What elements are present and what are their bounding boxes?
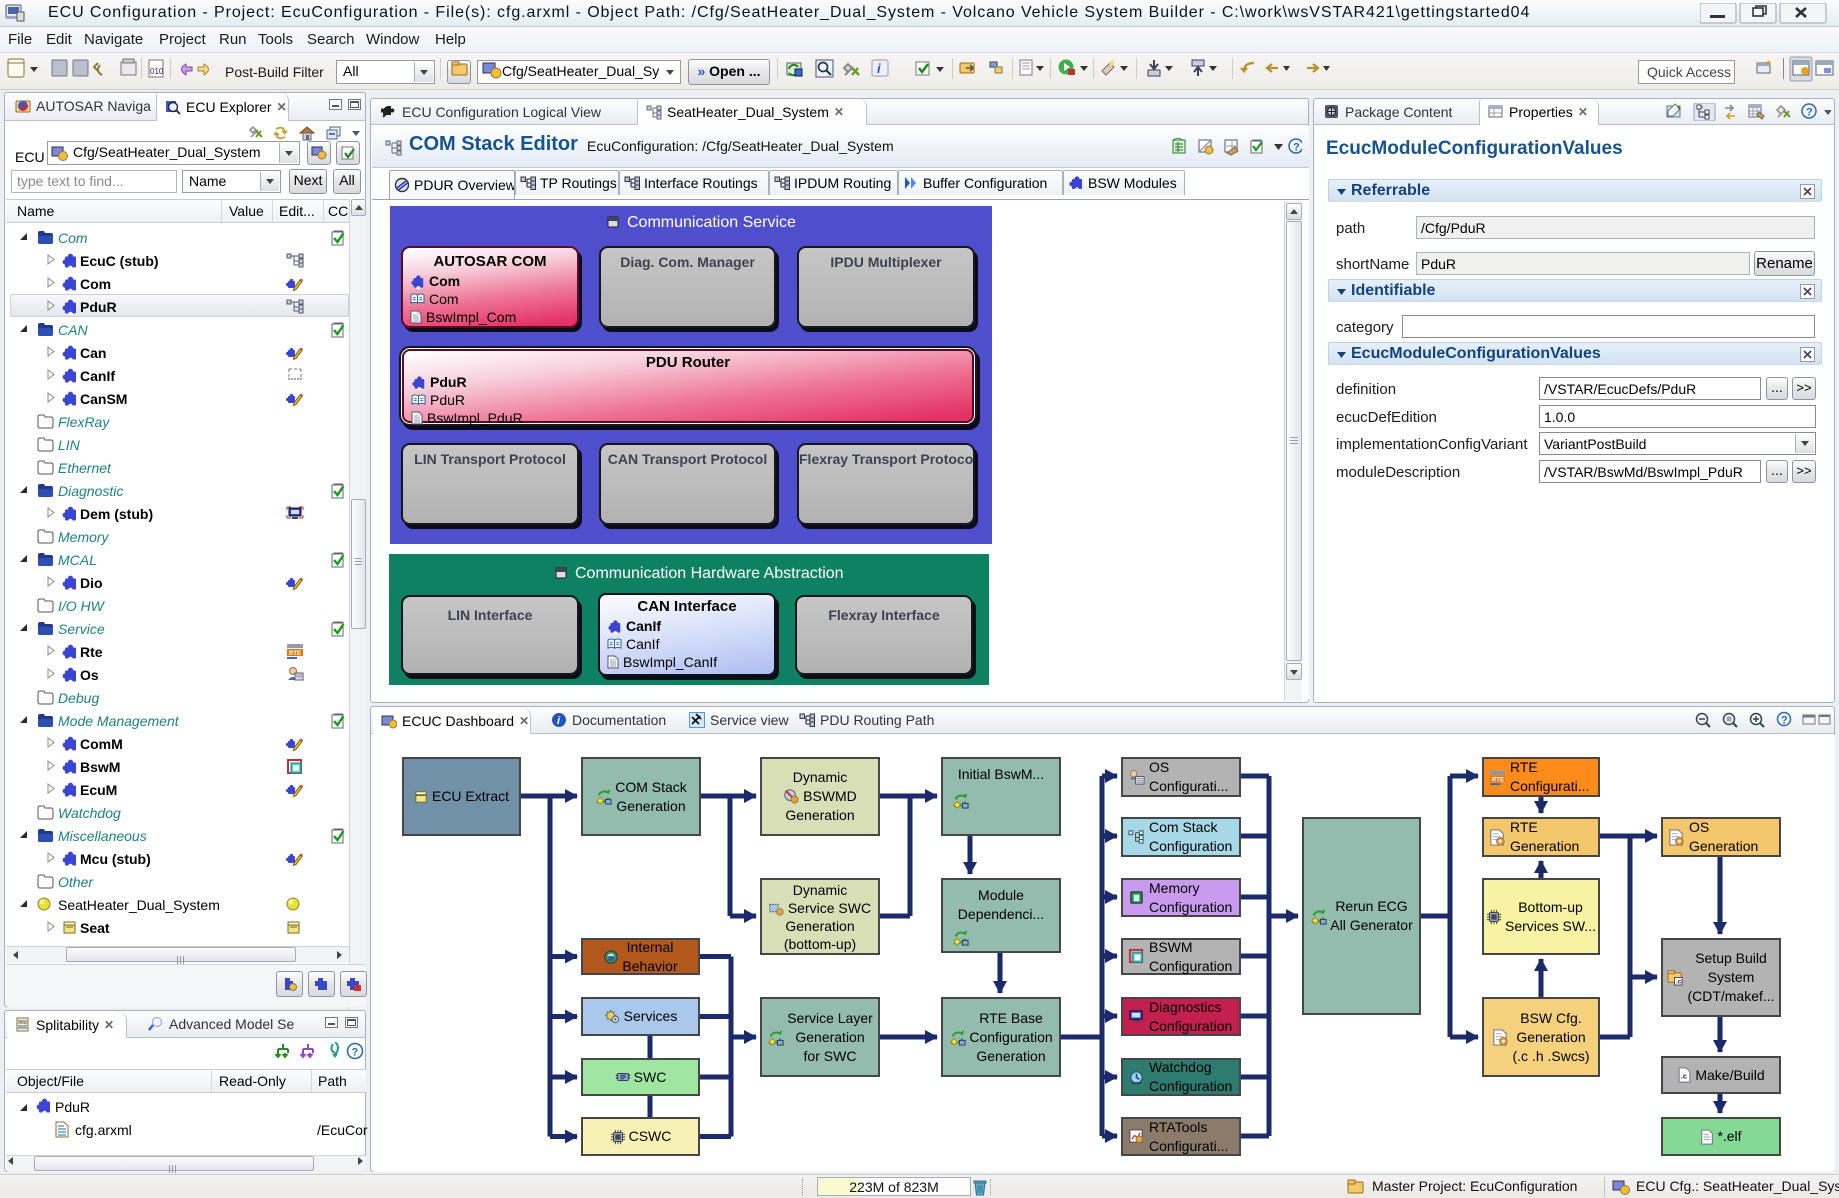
svg-text:RTE: RTE <box>1492 776 1504 783</box>
svg-text:RTE: RTE <box>289 651 301 657</box>
svg-text:?: ? <box>1781 715 1788 727</box>
svg-text:?: ? <box>352 1047 359 1059</box>
svg-text:?: ? <box>1293 142 1300 154</box>
svg-text:?: ? <box>1806 107 1813 119</box>
svg-text:.c: .c <box>1676 979 1682 986</box>
svg-text:.c: .c <box>1681 1073 1687 1081</box>
svg-text:i: i <box>877 61 881 76</box>
svg-text:010: 010 <box>150 67 164 76</box>
